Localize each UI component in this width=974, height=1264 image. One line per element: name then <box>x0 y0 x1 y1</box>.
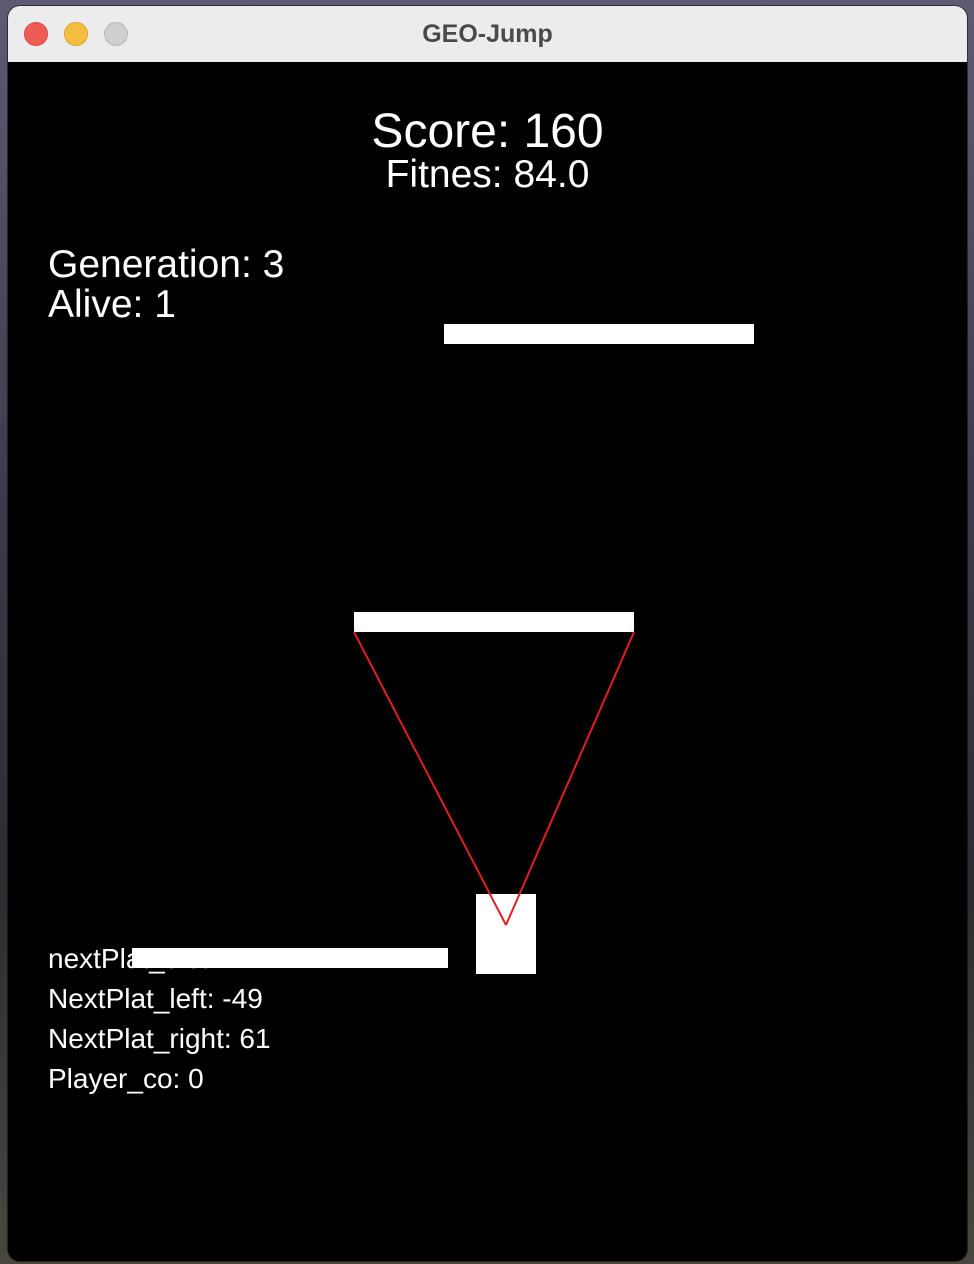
sensor-line-left <box>353 631 507 926</box>
sensor-lines <box>353 631 635 926</box>
game-canvas[interactable]: Score: 160 Fitnes: 84.0 Generation: 3 Al… <box>8 62 967 1261</box>
sensor-line-right <box>505 631 635 926</box>
game-window: GEO-Jump Score: 160 Fitnes: 84.0 Generat… <box>8 6 967 1261</box>
window-title: GEO-Jump <box>422 20 553 48</box>
title-bar[interactable]: GEO-Jump <box>8 6 967 63</box>
